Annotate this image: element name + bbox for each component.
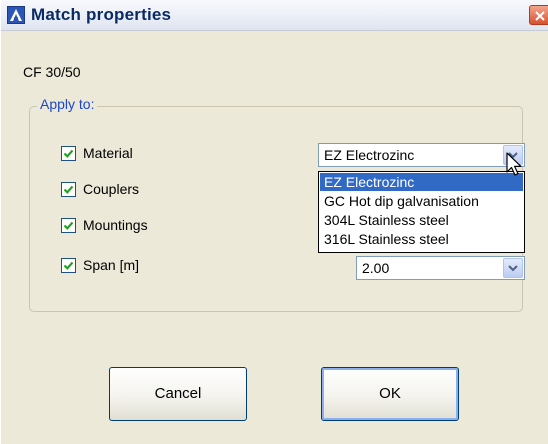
checkmark-icon — [63, 185, 74, 194]
dropdown-option-316l[interactable]: 316L Stainless steel — [320, 230, 523, 248]
dropdown-option-gc-hot-dip[interactable]: GC Hot dip galvanisation — [320, 192, 523, 210]
chevron-down-icon — [508, 265, 518, 272]
close-icon — [535, 11, 545, 21]
mountings-checkbox[interactable] — [61, 218, 76, 233]
mountings-label: Mountings — [83, 217, 148, 233]
checkmark-icon — [63, 149, 74, 158]
dropdown-option-304l[interactable]: 304L Stainless steel — [320, 211, 523, 229]
close-button[interactable] — [529, 5, 548, 25]
cancel-button[interactable]: Cancel — [109, 367, 247, 421]
span-combo-arrow[interactable] — [503, 258, 523, 278]
span-label: Span [m] — [83, 257, 140, 273]
checkmark-icon — [63, 261, 74, 270]
material-dropdown-list: EZ Electrozinc GC Hot dip galvanisation … — [318, 171, 525, 253]
material-combo[interactable]: EZ Electrozinc — [318, 143, 525, 167]
material-checkbox[interactable] — [61, 146, 76, 161]
window-title: Match properties — [31, 5, 172, 24]
dropdown-option-ez-electrozinc[interactable]: EZ Electrozinc — [320, 173, 523, 191]
checkmark-icon — [63, 221, 74, 230]
span-checkbox[interactable] — [61, 258, 76, 273]
couplers-label: Couplers — [83, 181, 140, 197]
span-combo-value: 2.00 — [362, 260, 390, 276]
item-name-label: CF 30/50 — [23, 64, 81, 80]
ok-button[interactable]: OK — [321, 367, 459, 421]
material-combo-value: EZ Electrozinc — [324, 147, 415, 163]
couplers-checkbox[interactable] — [61, 182, 76, 197]
match-properties-dialog: Match properties CF 30/50 Apply to: Mate… — [0, 0, 548, 444]
app-logo-icon — [7, 6, 25, 24]
material-label: Material — [83, 145, 133, 161]
span-combo[interactable]: 2.00 — [356, 256, 525, 280]
title-bar[interactable]: Match properties — [1, 0, 548, 31]
apply-to-legend: Apply to: — [37, 96, 98, 112]
mouse-pointer-icon — [506, 152, 524, 181]
